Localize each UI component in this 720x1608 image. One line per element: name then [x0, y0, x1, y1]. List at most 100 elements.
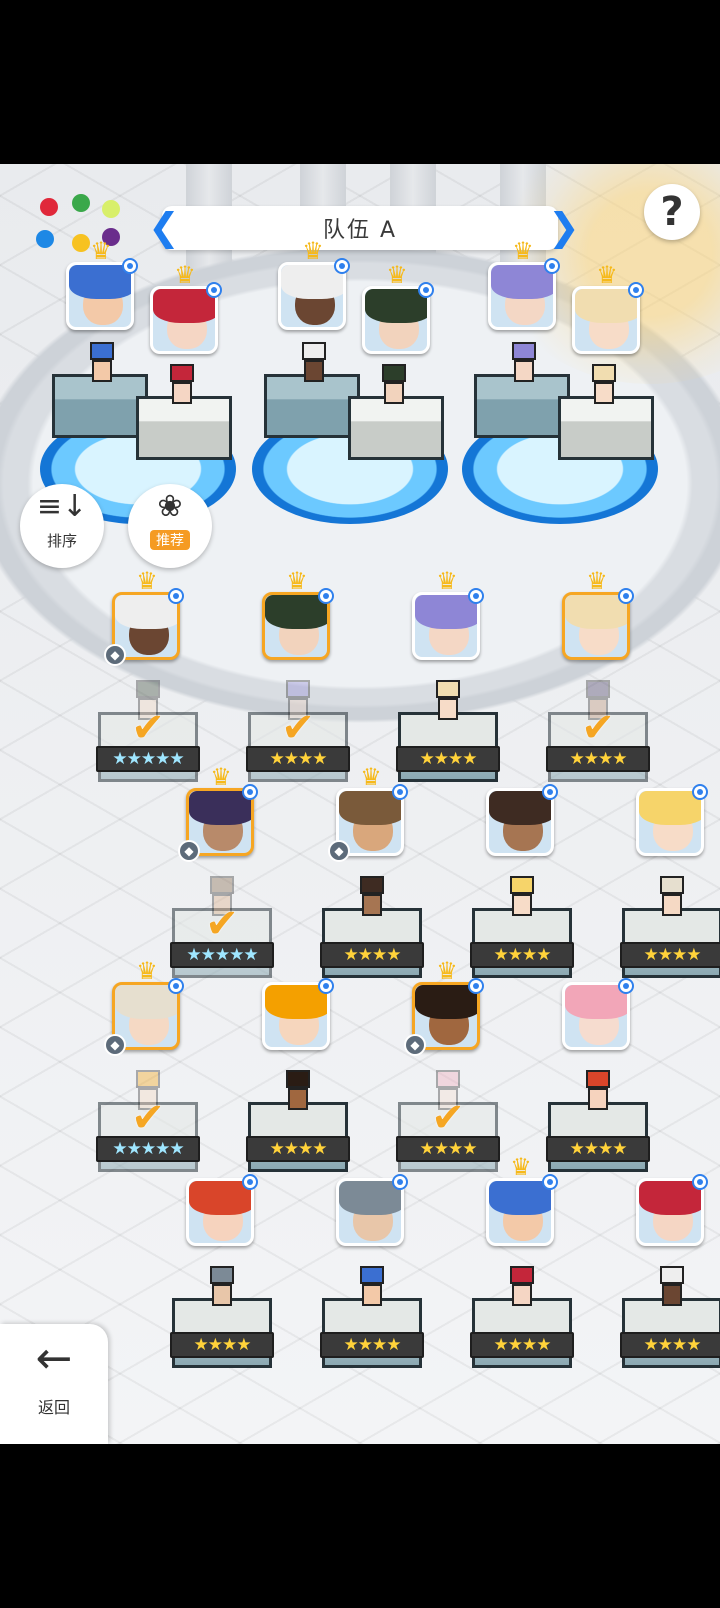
selection-dot-icon	[544, 258, 560, 274]
selected-check-icon: ✔	[131, 1095, 165, 1141]
crown-icon: ♛	[286, 567, 308, 595]
star-rating: ★★★★	[396, 746, 500, 772]
selection-dot-icon	[392, 784, 408, 800]
sprite-body	[438, 698, 458, 720]
roster-portrait[interactable]	[336, 1178, 404, 1246]
selection-dot-icon	[168, 978, 184, 994]
roster-portrait[interactable]	[636, 788, 704, 856]
crown-icon: ♛	[136, 567, 158, 595]
help-button[interactable]: ?	[644, 184, 700, 240]
character-sprite	[588, 364, 620, 406]
character-sprite	[166, 364, 198, 406]
selection-dot-icon	[318, 978, 334, 994]
selection-dot-icon	[318, 588, 334, 604]
recommend-icon: ❀	[157, 489, 183, 524]
team-front-portrait[interactable]	[278, 262, 346, 330]
selection-dot-icon	[692, 784, 708, 800]
roster-portrait[interactable]	[186, 1178, 254, 1246]
team-selector: ❮ 队伍 A ❯	[148, 206, 580, 250]
crown-icon: ♛	[174, 261, 196, 289]
roster-portrait[interactable]	[486, 788, 554, 856]
star-rating: ★★★★	[620, 942, 720, 968]
sprite-head	[436, 1070, 460, 1088]
prev-team-arrow[interactable]: ❮	[148, 206, 180, 250]
roster-portrait[interactable]	[262, 592, 330, 660]
next-team-arrow[interactable]: ❯	[548, 206, 580, 250]
sprite-body	[92, 360, 112, 382]
character-sprite	[206, 1266, 238, 1308]
selected-check-icon: ✔	[281, 705, 315, 751]
sprite-head	[660, 876, 684, 894]
sprite-body	[304, 360, 324, 382]
roster-portrait[interactable]	[636, 1178, 704, 1246]
sprite-body	[594, 382, 614, 404]
character-sprite	[656, 1266, 688, 1308]
roster-portrait[interactable]	[262, 982, 330, 1050]
sprite-head	[360, 1266, 384, 1284]
roster-portrait[interactable]	[486, 1178, 554, 1246]
star-rating: ★★★★★	[96, 1136, 200, 1162]
star-rating: ★★★★	[620, 1332, 720, 1358]
selection-dot-icon	[206, 282, 222, 298]
awakening-cube-icon: ◆	[404, 1034, 426, 1056]
crown-icon: ♛	[386, 261, 408, 289]
selected-check-icon: ✔	[131, 705, 165, 751]
selection-dot-icon	[242, 1174, 258, 1190]
team-front-portrait[interactable]	[66, 262, 134, 330]
star-rating: ★★★★	[320, 1332, 424, 1358]
sort-label: 排序	[46, 532, 77, 550]
sprite-head	[210, 1266, 234, 1284]
star-rating: ★★★★	[170, 1332, 274, 1358]
roster-portrait[interactable]	[562, 592, 630, 660]
sprite-head	[360, 876, 384, 894]
selection-dot-icon	[692, 1174, 708, 1190]
sort-icon: ≡↓	[36, 489, 88, 524]
character-sprite	[506, 876, 538, 918]
crown-icon: ♛	[596, 261, 618, 289]
selection-dot-icon	[628, 282, 644, 298]
crown-icon: ♛	[136, 957, 158, 985]
sprite-head	[436, 680, 460, 698]
team-formation-screen: ❮ 队伍 A ❯ ? ♛ ♛ ♛ ♛ ♛ ♛ ≡↓ 排序 ❀ 推荐 ✔ ★★★★★ ♛ ◆ ✔ ★★…	[0, 164, 720, 1444]
selected-check-icon: ✔	[581, 705, 615, 751]
team-back-portrait[interactable]	[150, 286, 218, 354]
sprite-head	[510, 876, 534, 894]
back-label: 返回	[37, 1398, 70, 1417]
character-sprite	[508, 342, 540, 384]
team-title: 队伍 A	[322, 218, 398, 243]
character-sprite	[86, 342, 118, 384]
back-arrow-icon: ←	[35, 1333, 73, 1384]
sprite-body	[212, 1284, 232, 1306]
sprite-head	[586, 680, 610, 698]
team-back-portrait[interactable]	[572, 286, 640, 354]
team-back-portrait[interactable]	[362, 286, 430, 354]
character-sprite	[656, 876, 688, 918]
star-rating: ★★★★	[470, 1332, 574, 1358]
roster-portrait[interactable]	[412, 592, 480, 660]
selection-dot-icon	[418, 282, 434, 298]
sort-button[interactable]: ≡↓ 排序	[20, 484, 104, 568]
selection-dot-icon	[122, 258, 138, 274]
sprite-body	[512, 894, 532, 916]
back-button[interactable]: ← 返回	[0, 1324, 108, 1444]
sprite-body	[514, 360, 534, 382]
roster-portrait[interactable]	[562, 982, 630, 1050]
recommend-button[interactable]: ❀ 推荐	[128, 484, 212, 568]
sprite-body	[512, 1284, 532, 1306]
sprite-body	[288, 1088, 308, 1110]
crown-icon: ♛	[512, 237, 534, 265]
sprite-body	[662, 894, 682, 916]
star-rating: ★★★★★	[96, 746, 200, 772]
team-front-portrait[interactable]	[488, 262, 556, 330]
crown-icon: ♛	[302, 237, 324, 265]
character-sprite	[378, 364, 410, 406]
character-sprite	[356, 1266, 388, 1308]
sprite-body	[384, 382, 404, 404]
sprite-head	[512, 342, 536, 360]
selection-dot-icon	[542, 784, 558, 800]
fire-element-icon	[40, 198, 58, 216]
star-rating: ★★★★	[546, 746, 650, 772]
water-element-icon	[36, 230, 54, 248]
recommend-label: 推荐	[150, 530, 190, 550]
awakening-cube-icon: ◆	[104, 1034, 126, 1056]
